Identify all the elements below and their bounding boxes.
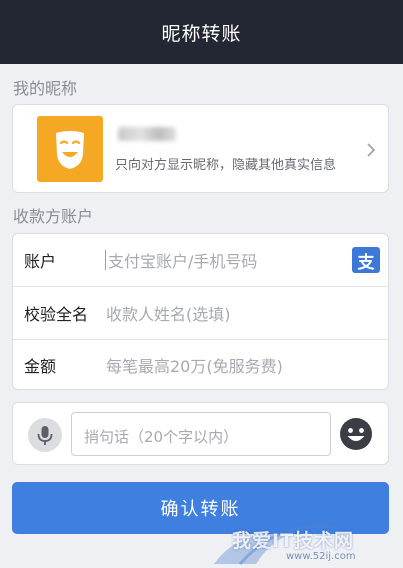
alipay-glyph: 支 bbox=[357, 252, 375, 273]
nickname-description: 只向对方显示昵称，隐藏其他真实信息 bbox=[115, 158, 337, 173]
account-label: 账户 bbox=[24, 252, 57, 271]
mask-icon bbox=[37, 116, 103, 182]
page-title: 昵称转账 bbox=[161, 22, 242, 45]
watermark-url: www.52ij.com bbox=[286, 551, 356, 562]
fullname-row[interactable]: 校验全名 收款人姓名(选填) bbox=[13, 287, 388, 339]
watermark-text: 我爱IT技术网 bbox=[232, 530, 355, 552]
amount-input[interactable]: 每笔最高20万(免服务费) bbox=[106, 353, 283, 377]
fullname-input[interactable]: 收款人姓名(选填) bbox=[106, 301, 231, 325]
amount-row[interactable]: 金额 每笔最高20万(免服务费) bbox=[13, 339, 388, 389]
account-row[interactable]: 账户 支付宝账户/手机号码 支 bbox=[13, 234, 388, 286]
message-input[interactable]: 捎句话（20个字以内） bbox=[71, 412, 331, 456]
payee-section-label: 收款方账户 bbox=[13, 207, 94, 226]
fullname-label: 校验全名 bbox=[24, 305, 89, 324]
alipay-contacts-icon[interactable]: 支 bbox=[352, 247, 380, 273]
microphone-icon[interactable] bbox=[28, 418, 62, 452]
chevron-right-icon bbox=[367, 143, 376, 157]
nickname-section-label: 我的昵称 bbox=[13, 79, 78, 98]
confirm-transfer-label: 确认转账 bbox=[160, 499, 241, 520]
message-placeholder: 捎句话（20个字以内） bbox=[84, 428, 239, 446]
text-cursor bbox=[105, 250, 106, 270]
emoji-icon[interactable] bbox=[338, 416, 374, 452]
title-bar: 昵称转账 bbox=[0, 0, 403, 64]
nickname-transfer-page: 昵称转账 我的昵称 只向对方显示昵称，隐藏其他真实信息 收款方账户 账户 支付宝… bbox=[0, 0, 403, 568]
nickname-card[interactable]: 只向对方显示昵称，隐藏其他真实信息 bbox=[12, 104, 389, 193]
account-input[interactable]: 支付宝账户/手机号码 bbox=[108, 248, 257, 272]
payee-form: 账户 支付宝账户/手机号码 支 校验全名 收款人姓名(选填) 金额 每笔最高20… bbox=[12, 233, 389, 390]
blurred-nickname bbox=[118, 127, 176, 141]
amount-label: 金额 bbox=[24, 357, 57, 376]
message-bar: 捎句话（20个字以内） bbox=[12, 402, 389, 465]
